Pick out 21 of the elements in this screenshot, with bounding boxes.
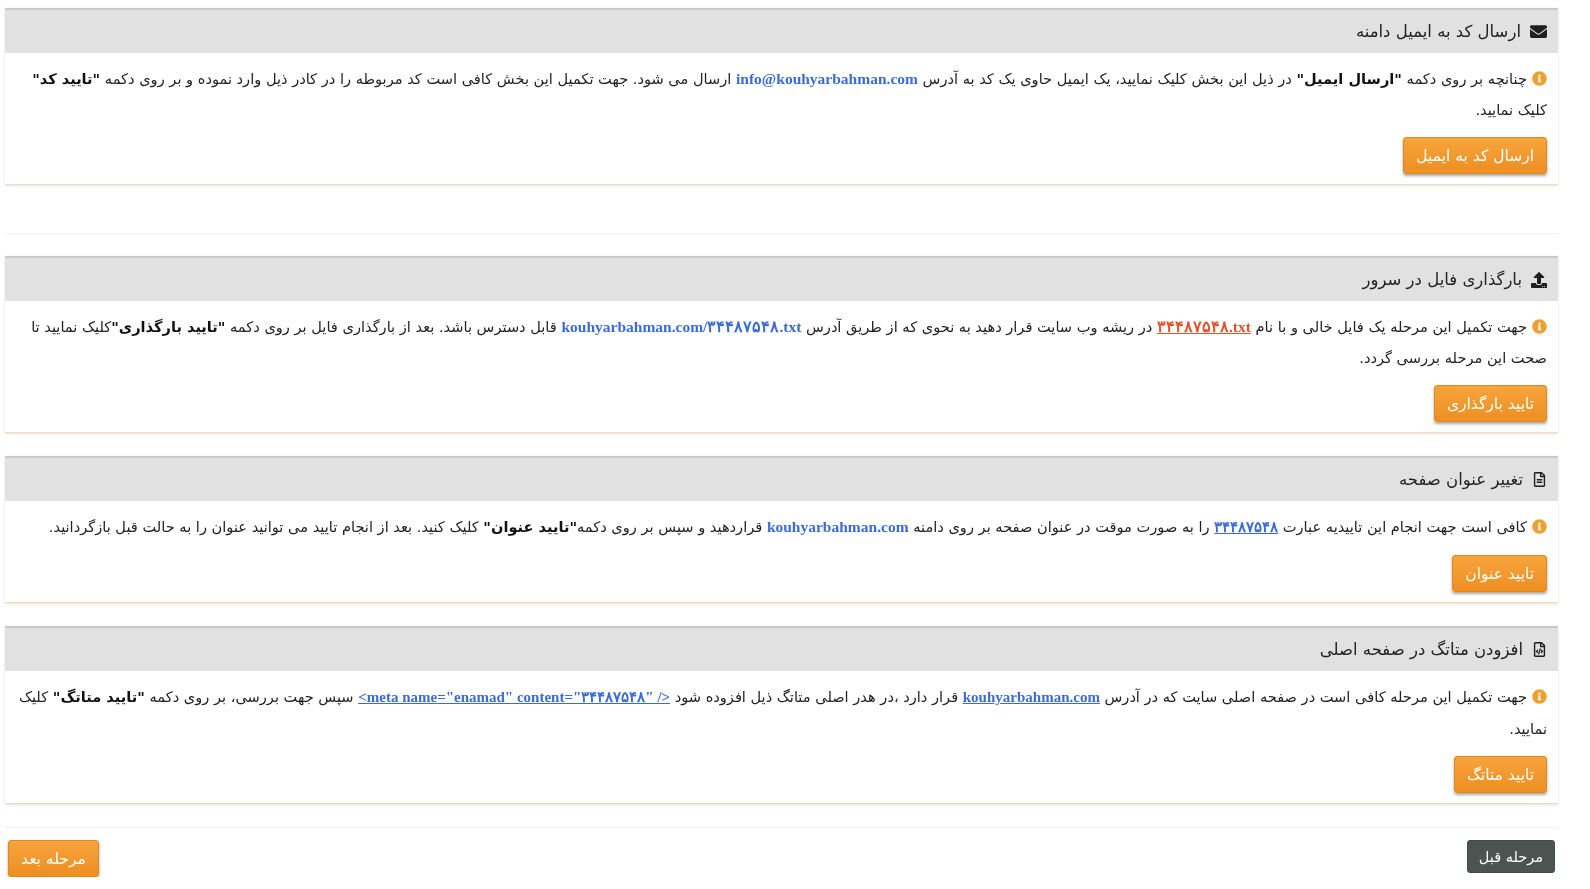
- panel-title: بارگذاری فایل در سرور: [1362, 270, 1522, 289]
- address-link[interactable]: kouhyarbahman.com/۳۴۴۸۷۵۴۸.txt: [561, 318, 802, 335]
- underlined-link[interactable]: <meta name="enamad" content="۳۴۴۸۷۵۴۸" />: [358, 689, 671, 705]
- underlined-link[interactable]: kouhyarbahman.com: [962, 689, 1100, 705]
- address-link[interactable]: info@kouhyarbahman.com: [736, 70, 918, 87]
- panel-title: ارسال کد به ایمیل دامنه: [1355, 22, 1521, 41]
- previous-step-button[interactable]: مرحله قبل: [1466, 840, 1555, 873]
- address-link[interactable]: kouhyarbahman.com: [766, 518, 909, 535]
- panel-title: افزودن متاتگ در صفحه اصلی: [1319, 640, 1523, 659]
- upload-icon: [1531, 271, 1547, 288]
- info-icon: [1532, 71, 1547, 86]
- info-icon: [1532, 689, 1547, 704]
- underlined-link[interactable]: ۳۴۴۸۷۵۴۸: [1214, 519, 1279, 535]
- file-name-link[interactable]: ۳۴۴۸۷۵۴۸.txt: [1156, 318, 1251, 335]
- panel-title: تغییر عنوان صفحه: [1399, 470, 1523, 489]
- instruction-text: جهت تکمیل این مرحله یک فایل خالی و با نام ۳۴۴۸۷۵۴۸.txt در ریشه وب سایت قرار دهید به نحوی که از طریق آدرس kouhyarbahman.com/۳۴۴۸۷۵۴۸.txt قابل دسترس باشد. بعد از بارگذاری فایل بر روی دکمه "تایید بارگذاری"کلیک نمایید تا صحت این مرحله بررسی گردد.: [30, 317, 1547, 369]
- document-icon: [1532, 472, 1547, 487]
- envelope-icon: [1530, 23, 1547, 40]
- info-icon: [1532, 319, 1547, 334]
- code-file-icon: [1532, 642, 1547, 657]
- info-icon: [1532, 519, 1547, 534]
